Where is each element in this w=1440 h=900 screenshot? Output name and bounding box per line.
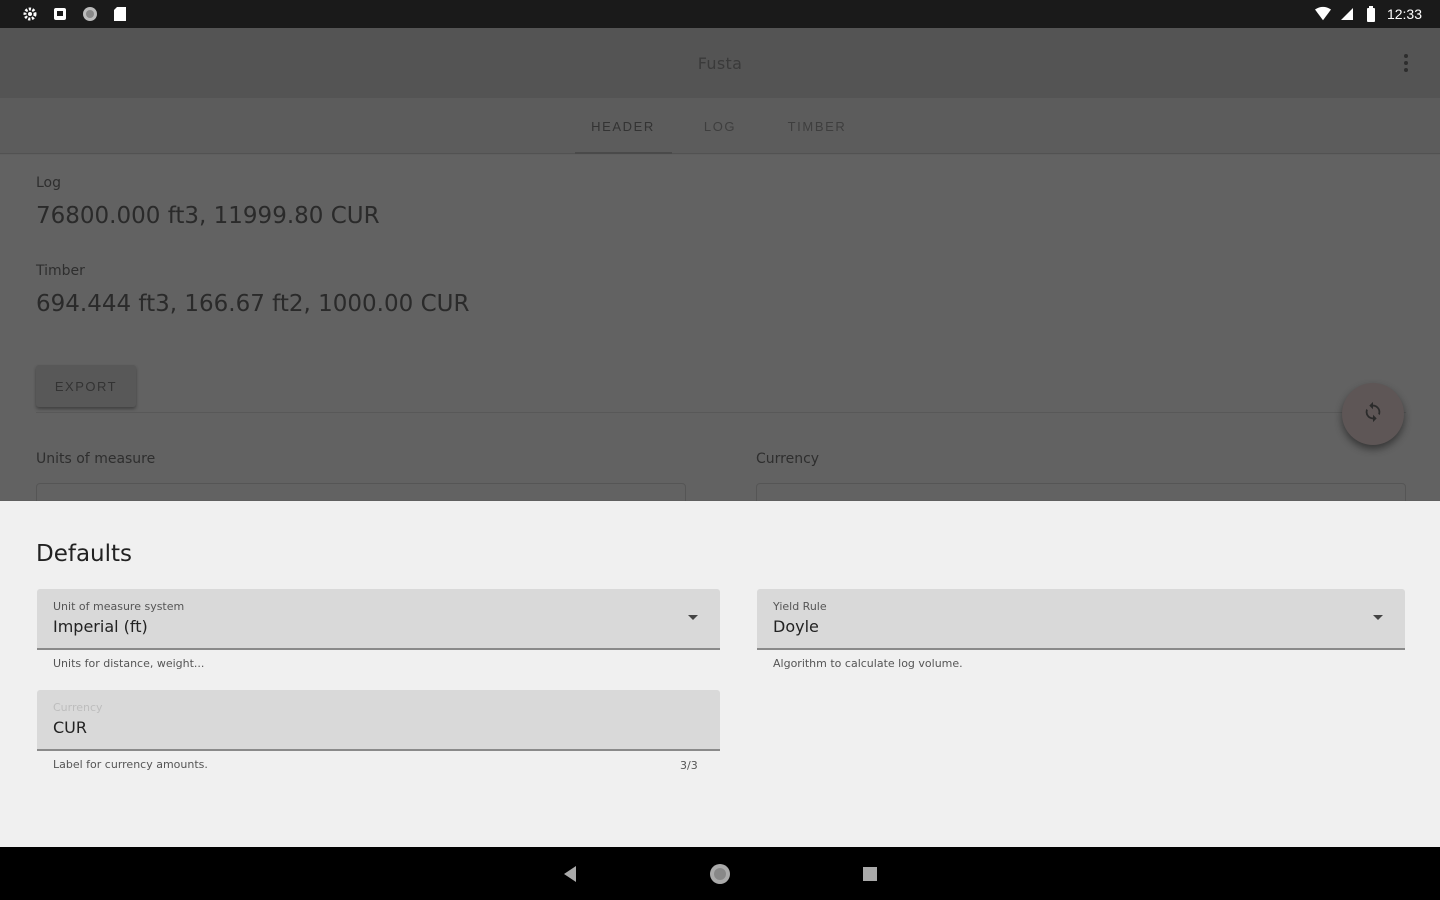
unit-system-label: Unit of measure system bbox=[53, 600, 185, 613]
sd-card-icon bbox=[112, 6, 128, 22]
timber-label: Timber bbox=[36, 263, 85, 279]
sync-icon bbox=[1362, 401, 1384, 427]
more-vert-icon bbox=[1404, 54, 1408, 58]
export-button[interactable]: EXPORT bbox=[36, 365, 136, 407]
status-bar-notifications bbox=[22, 6, 128, 22]
overflow-menu-button[interactable] bbox=[1396, 52, 1416, 74]
tab-header[interactable]: HEADER bbox=[574, 98, 672, 154]
currency-label: Currency bbox=[756, 451, 820, 467]
timber-value: 694.444 ft3, 166.67 ft2, 1000.00 CUR bbox=[36, 291, 470, 317]
home-button[interactable] bbox=[709, 863, 731, 885]
signal-icon bbox=[1339, 6, 1355, 22]
home-icon bbox=[710, 863, 730, 884]
yield-rule-helper: Algorithm to calculate log volume. bbox=[773, 657, 963, 670]
yield-rule-label: Yield Rule bbox=[773, 600, 827, 613]
sync-fab[interactable] bbox=[1342, 383, 1404, 445]
status-bar: 12:33 bbox=[0, 0, 1440, 28]
currency-helper: Label for currency amounts. bbox=[53, 758, 208, 771]
notification-square-icon bbox=[52, 6, 68, 22]
recents-button[interactable] bbox=[859, 863, 881, 885]
unit-system-helper: Units for distance, weight... bbox=[53, 657, 205, 670]
currency-field-value: CUR bbox=[53, 718, 87, 737]
recents-icon bbox=[863, 866, 877, 881]
battery-icon bbox=[1363, 6, 1379, 22]
status-bar-system: 12:33 bbox=[1314, 6, 1422, 22]
divider bbox=[36, 412, 1406, 413]
circle-icon bbox=[82, 6, 98, 22]
defaults-bottom-sheet: Defaults Unit of measure system Imperial… bbox=[0, 501, 1440, 847]
log-value: 76800.000 ft3, 11999.80 CUR bbox=[36, 203, 380, 229]
app-title: Fusta bbox=[697, 53, 743, 73]
yield-rule-dropdown[interactable]: Yield Rule Doyle bbox=[757, 589, 1405, 650]
currency-char-counter: 3/3 bbox=[680, 759, 698, 772]
currency-field-label: Currency bbox=[53, 701, 103, 714]
unit-system-dropdown[interactable]: Unit of measure system Imperial (ft) bbox=[37, 589, 720, 650]
app-bar: Fusta bbox=[0, 28, 1440, 98]
wifi-icon bbox=[1314, 6, 1331, 22]
header-content: Log 76800.000 ft3, 11999.80 CUR Timber 6… bbox=[0, 155, 1440, 513]
status-time: 12:33 bbox=[1386, 6, 1422, 22]
dropdown-arrow-icon bbox=[1373, 615, 1383, 620]
back-button[interactable] bbox=[559, 863, 581, 885]
settings-icon bbox=[22, 6, 38, 22]
dropdown-arrow-icon bbox=[688, 615, 698, 620]
unit-system-value: Imperial (ft) bbox=[53, 617, 148, 636]
sheet-title: Defaults bbox=[36, 541, 133, 567]
tab-timber[interactable]: TIMBER bbox=[769, 98, 866, 154]
currency-input[interactable]: Currency CUR bbox=[37, 690, 720, 751]
yield-rule-value: Doyle bbox=[773, 617, 819, 636]
back-icon bbox=[564, 865, 576, 882]
tab-log[interactable]: LOG bbox=[672, 98, 769, 154]
navigation-bar bbox=[0, 847, 1440, 900]
tab-bar: HEADER LOG TIMBER bbox=[0, 98, 1440, 154]
log-label: Log bbox=[36, 175, 62, 191]
units-of-measure-label: Units of measure bbox=[36, 451, 156, 467]
